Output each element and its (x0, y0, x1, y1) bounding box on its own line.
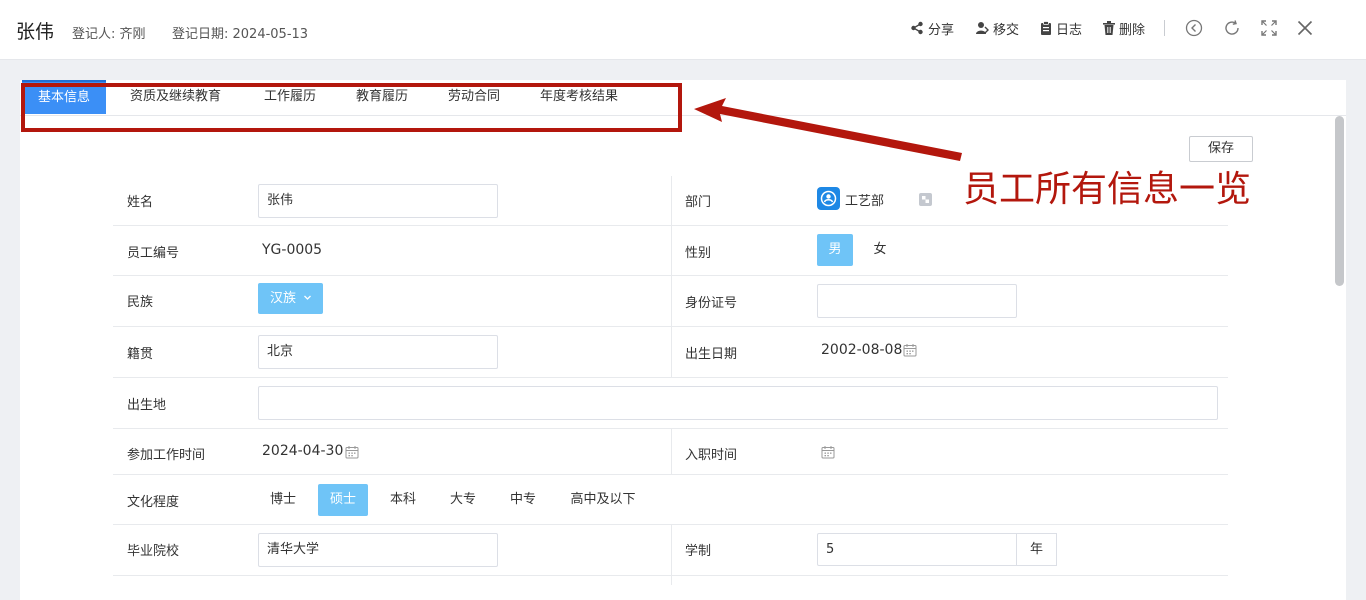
refresh-icon (1225, 20, 1239, 35)
native-place-label: 籍贯 (127, 347, 154, 362)
share-icon (911, 21, 923, 35)
birth-date-label: 出生日期 (685, 347, 738, 362)
vertical-scrollbar[interactable] (1335, 116, 1344, 286)
fullscreen-button[interactable] (1261, 20, 1277, 36)
department-select-icon[interactable] (918, 192, 933, 207)
id-number-field[interactable] (817, 284, 1017, 318)
circle-back-icon (1185, 19, 1203, 37)
calendar-icon[interactable] (903, 343, 917, 357)
annotation-highlight-box (21, 83, 682, 132)
transfer-button[interactable]: 移交 (975, 19, 1019, 38)
calendar-icon[interactable] (345, 445, 359, 459)
delete-label: 删除 (1119, 22, 1146, 38)
expand-icon (1261, 20, 1277, 36)
trash-icon (1103, 21, 1116, 35)
study-duration-field[interactable]: 5 (817, 533, 1017, 566)
share-button[interactable]: 分享 (910, 19, 954, 38)
chevron-down-icon (304, 295, 312, 300)
edu-option-master[interactable]: 硕士 (318, 484, 368, 516)
log-label: 日志 (1056, 22, 1083, 38)
ethnicity-value: 汉族 (270, 291, 297, 306)
annotation-arrow (694, 98, 962, 161)
work-start-value[interactable]: 2024-04-30 (262, 443, 343, 459)
school-field[interactable]: 清华大学 (258, 533, 498, 567)
school-label: 毕业院校 (127, 544, 180, 559)
toolbar-divider (1164, 20, 1166, 36)
department-label: 部门 (685, 195, 712, 210)
native-place-field[interactable]: 北京 (258, 335, 498, 369)
close-button[interactable] (1297, 20, 1313, 36)
work-start-label: 参加工作时间 (127, 448, 206, 463)
birth-date-value[interactable]: 2002-08-08 (821, 342, 902, 358)
annotation-text: 员工所有信息一览 (963, 169, 1252, 210)
calendar-icon[interactable] (821, 445, 835, 459)
header-actions: 分享 移交 日志 删除 (910, 18, 1333, 38)
edu-option-college[interactable]: 大专 (439, 484, 487, 516)
gender-option-female[interactable]: 女 (862, 234, 898, 266)
save-button[interactable]: 保存 (1189, 136, 1253, 162)
refresh-button[interactable] (1223, 19, 1241, 37)
registration-date: 登记日期: 2024-05-13 (172, 27, 309, 42)
row-divider (113, 377, 1228, 378)
name-field[interactable]: 张伟 (258, 184, 498, 218)
birthplace-label: 出生地 (127, 398, 167, 413)
back-button[interactable] (1185, 19, 1203, 37)
user-transfer-icon (976, 22, 990, 34)
study-duration-unit: 年 (1017, 533, 1057, 566)
row-divider (113, 474, 1228, 475)
record-header: 张伟 登记人: 齐刚 登记日期: 2024-05-13 分享 移交 日志 删除 (0, 0, 1366, 60)
hire-date-label: 入职时间 (685, 448, 738, 463)
department-avatar-icon (817, 187, 840, 210)
employee-no-value: YG-0005 (262, 242, 323, 258)
record-title: 张伟 (16, 21, 55, 43)
employee-no-label: 员工编号 (127, 246, 180, 261)
study-duration-label: 学制 (685, 544, 712, 559)
edu-option-bachelor[interactable]: 本科 (379, 484, 427, 516)
edu-option-doctor[interactable]: 博士 (259, 484, 307, 516)
birthplace-field[interactable] (258, 386, 1218, 420)
department-value[interactable]: 工艺部 (845, 190, 884, 209)
transfer-label: 移交 (993, 22, 1020, 38)
ethnicity-label: 民族 (127, 295, 154, 310)
education-level-label: 文化程度 (127, 495, 180, 510)
edu-option-high-school[interactable]: 高中及以下 (560, 484, 646, 516)
delete-button[interactable]: 删除 (1103, 19, 1145, 38)
registrar-text: 登记人: 齐刚 (72, 27, 146, 42)
name-label: 姓名 (127, 195, 154, 210)
share-label: 分享 (928, 22, 955, 38)
gender-option-male[interactable]: 男 (817, 234, 853, 266)
ethnicity-select[interactable]: 汉族 (258, 283, 323, 314)
column-divider (671, 428, 672, 474)
edu-option-secondary[interactable]: 中专 (499, 484, 547, 516)
id-number-label: 身份证号 (685, 296, 738, 311)
gender-label: 性别 (685, 246, 712, 261)
column-divider (671, 176, 672, 377)
column-divider (671, 524, 672, 585)
log-button[interactable]: 日志 (1040, 19, 1082, 38)
clipboard-icon (1041, 21, 1052, 35)
close-icon (1297, 20, 1313, 36)
